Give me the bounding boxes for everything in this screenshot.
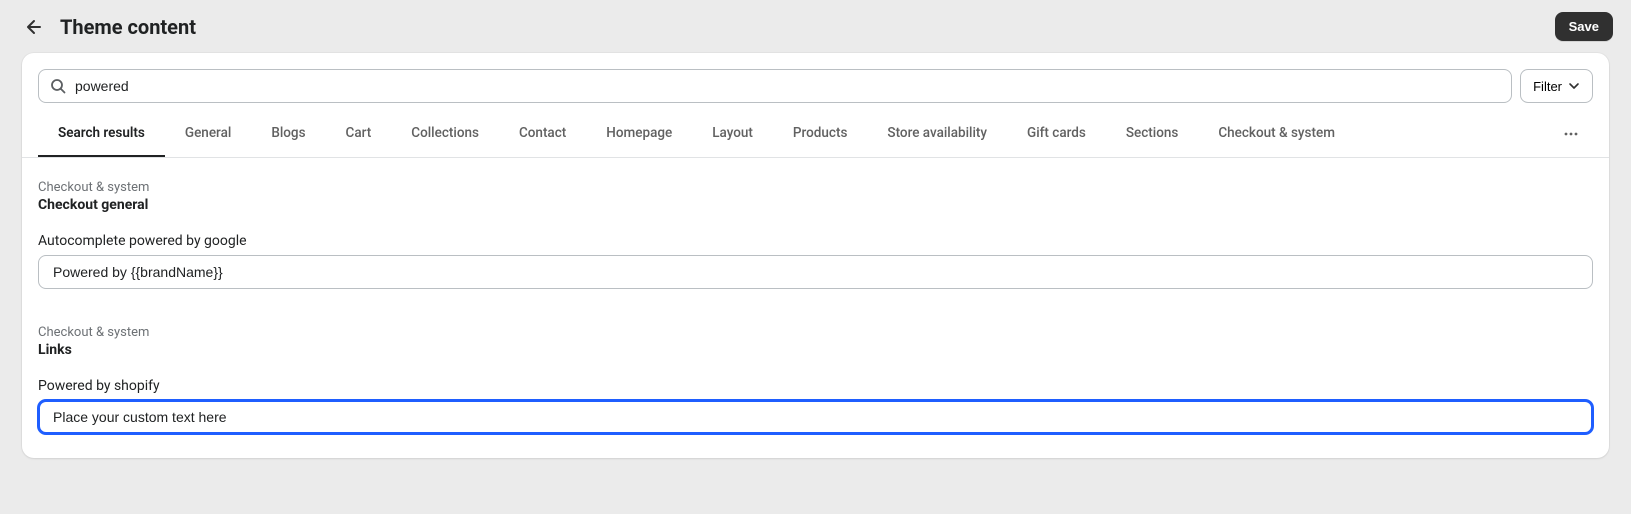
search-input[interactable] <box>38 69 1512 103</box>
section-title: Links <box>38 342 1593 358</box>
tab-sections[interactable]: Sections <box>1106 111 1199 158</box>
top-bar: Theme content Save <box>0 0 1631 53</box>
field-label: Powered by shopify <box>38 378 1593 394</box>
section-category: Checkout & system <box>38 180 1593 195</box>
chevron-down-icon <box>1568 80 1580 92</box>
section-category: Checkout & system <box>38 325 1593 340</box>
tabs-more-button[interactable] <box>1549 116 1593 152</box>
dots-horizontal-icon <box>1563 126 1579 142</box>
tab-homepage[interactable]: Homepage <box>586 111 692 158</box>
tab-checkout-system[interactable]: Checkout & system <box>1198 111 1355 158</box>
page-title: Theme content <box>60 15 1541 39</box>
tab-search-results[interactable]: Search results <box>38 111 165 158</box>
toolbar: Filter <box>22 53 1609 111</box>
tab-products[interactable]: Products <box>773 111 867 158</box>
back-button[interactable] <box>18 13 46 41</box>
section-checkout-general: Checkout & system Checkout general Autoc… <box>38 180 1593 289</box>
section-links: Checkout & system Links Powered by shopi… <box>38 325 1593 434</box>
results-content: Checkout & system Checkout general Autoc… <box>22 158 1609 458</box>
content-card: Filter Search results General Blogs Cart… <box>22 53 1609 458</box>
save-button[interactable]: Save <box>1555 12 1613 41</box>
tab-store-availability[interactable]: Store availability <box>867 111 1007 158</box>
search-wrap <box>38 69 1512 103</box>
filter-button[interactable]: Filter <box>1520 69 1593 103</box>
tab-layout[interactable]: Layout <box>692 111 773 158</box>
tab-contact[interactable]: Contact <box>499 111 586 158</box>
powered-by-shopify-input[interactable] <box>38 400 1593 434</box>
tab-blogs[interactable]: Blogs <box>251 111 325 158</box>
tab-collections[interactable]: Collections <box>391 111 499 158</box>
tab-general[interactable]: General <box>165 111 251 158</box>
tab-gift-cards[interactable]: Gift cards <box>1007 111 1106 158</box>
section-title: Checkout general <box>38 197 1593 213</box>
autocomplete-powered-input[interactable] <box>38 255 1593 289</box>
tabs: Search results General Blogs Cart Collec… <box>22 111 1609 158</box>
filter-label: Filter <box>1533 79 1562 94</box>
arrow-left-icon <box>22 17 42 37</box>
tab-cart[interactable]: Cart <box>326 111 392 158</box>
field-label: Autocomplete powered by google <box>38 233 1593 249</box>
